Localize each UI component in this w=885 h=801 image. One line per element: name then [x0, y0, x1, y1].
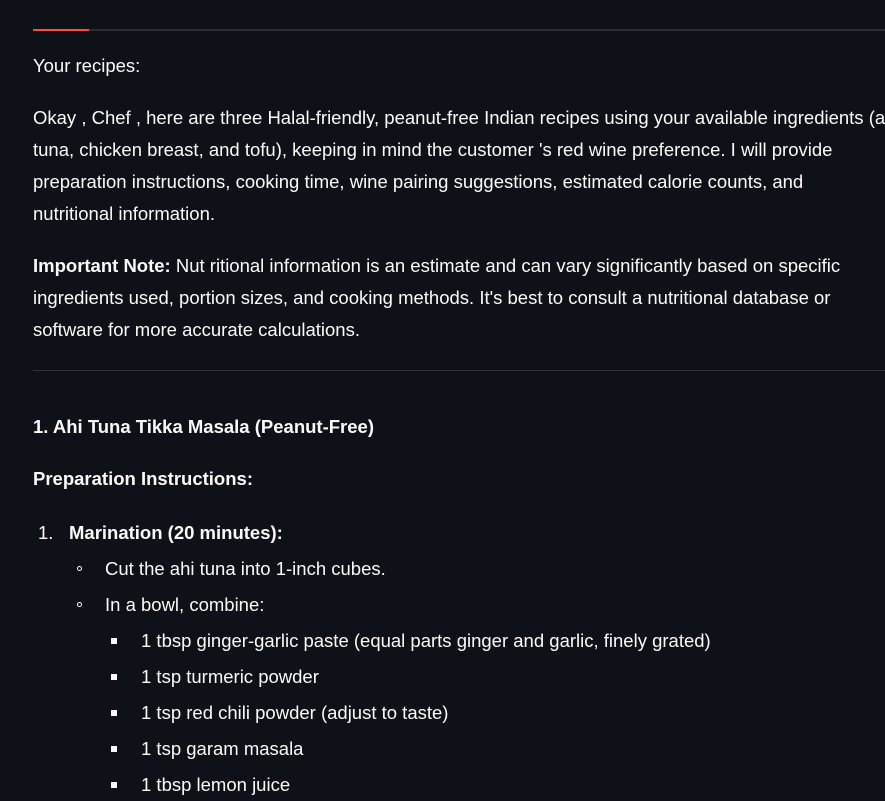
- ingredient-item: 1 tsp turmeric powder: [105, 659, 885, 695]
- ingredient-item: 1 tsp garam masala: [105, 731, 885, 767]
- square-bullet-icon: [111, 746, 117, 752]
- intro-line: preparation instructions, cooking time, …: [33, 171, 804, 192]
- square-bullet-icon: [111, 710, 117, 716]
- preparation-heading: Preparation Instructions:: [33, 468, 253, 489]
- intro-line: tuna, chicken breast, and tofu), keeping…: [33, 139, 833, 160]
- ingredient-text: 1 tbsp ginger-garlic paste (equal parts …: [141, 630, 711, 651]
- recipe-response-page: Your recipes: Okay , Chef , here are thr…: [0, 0, 885, 801]
- substep-text: Cut the ahi tuna into 1-inch cubes.: [105, 558, 386, 579]
- ingredient-text: 1 tsp garam masala: [141, 738, 304, 759]
- square-bullet-icon: [111, 674, 117, 680]
- intro-paragraph: Okay , Chef , here are three Halal-frien…: [33, 102, 885, 230]
- ingredient-list: 1 tbsp ginger-garlic paste (equal parts …: [105, 623, 885, 801]
- ingredient-item: 1 tbsp lemon juice: [105, 767, 885, 801]
- note-line: software for more accurate calculations.: [33, 319, 360, 340]
- intro-line: Okay , Chef , here are three Halal-frien…: [33, 107, 885, 128]
- note-line: ingredients used, portion sizes, and coo…: [33, 287, 831, 308]
- recipes-label: Your recipes:: [33, 55, 141, 76]
- preparation-steps: 1. Marination (20 minutes): Cut the ahi …: [33, 515, 885, 801]
- top-accent-bar: [33, 29, 89, 31]
- top-divider: [33, 29, 885, 31]
- section-divider: [33, 370, 885, 371]
- ingredient-item: 1 tbsp ginger-garlic paste (equal parts …: [105, 623, 885, 659]
- intro-line: nutritional information.: [33, 203, 216, 224]
- square-bullet-icon: [111, 782, 117, 788]
- ingredient-item: 1 tsp red chili powder (adjust to taste): [105, 695, 885, 731]
- step-substeps: Cut the ahi tuna into 1-inch cubes. In a…: [69, 551, 885, 801]
- note-label: Important Note:: [33, 255, 171, 276]
- ingredient-text: 1 tsp red chili powder (adjust to taste): [141, 702, 449, 723]
- recipe-title: 1. Ahi Tuna Tikka Masala (Peanut-Free): [33, 416, 374, 437]
- hollow-bullet-icon: [77, 602, 82, 607]
- substep-text: In a bowl, combine:: [105, 594, 265, 615]
- note-line: Important Note: Nut ritional information…: [33, 250, 885, 282]
- note-text: Nut ritional information is an estimate …: [170, 255, 841, 276]
- ingredient-text: 1 tsp turmeric powder: [141, 666, 319, 687]
- important-note: Important Note: Nut ritional information…: [33, 250, 885, 346]
- substep-item: In a bowl, combine: 1 tbsp ginger-garlic…: [69, 587, 885, 801]
- preparation-step: 1. Marination (20 minutes): Cut the ahi …: [33, 515, 885, 801]
- ingredient-text: 1 tbsp lemon juice: [141, 774, 291, 795]
- hollow-bullet-icon: [77, 566, 82, 571]
- square-bullet-icon: [111, 638, 117, 644]
- step-number: 1.: [38, 522, 54, 543]
- recipe-content: Your recipes: Okay , Chef , here are thr…: [33, 50, 885, 801]
- substep-item: Cut the ahi tuna into 1-inch cubes.: [69, 551, 885, 587]
- step-title: Marination (20 minutes):: [69, 522, 283, 543]
